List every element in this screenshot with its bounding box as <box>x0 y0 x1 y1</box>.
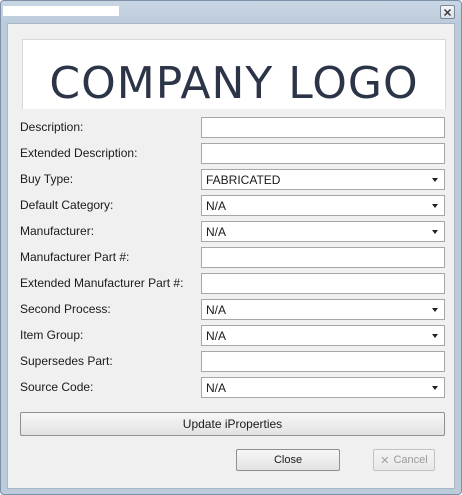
dialog-window: COMPANY LOGO Description: Extended Descr… <box>0 0 462 495</box>
redacted-title <box>3 6 119 16</box>
manufacturer-value: N/A <box>206 225 227 239</box>
chevron-down-icon <box>432 334 438 338</box>
extended-manufacturer-part-label: Extended Manufacturer Part #: <box>20 276 184 290</box>
description-label: Description: <box>20 120 84 134</box>
row-default-category: Default Category: N/A <box>20 195 445 217</box>
chevron-down-icon <box>432 230 438 234</box>
title-bar[interactable] <box>1 1 461 23</box>
buy-type-value: FABRICATED <box>206 173 281 187</box>
cancel-button-label: Cancel <box>393 454 428 466</box>
source-code-value: N/A <box>206 381 227 395</box>
row-item-group: Item Group: N/A <box>20 325 445 347</box>
extended-manufacturer-part-input[interactable] <box>201 273 445 294</box>
row-manufacturer: Manufacturer: N/A <box>20 221 445 243</box>
second-process-select[interactable]: N/A <box>201 299 445 320</box>
manufacturer-select[interactable]: N/A <box>201 221 445 242</box>
item-group-select[interactable]: N/A <box>201 325 445 346</box>
supersedes-part-label: Supersedes Part: <box>20 354 113 368</box>
close-button[interactable]: Close <box>236 449 340 471</box>
row-extended-manufacturer-part: Extended Manufacturer Part #: <box>20 273 445 295</box>
logo-text: COMPANY LOGO <box>49 58 419 109</box>
close-icon <box>444 8 451 16</box>
source-code-label: Source Code: <box>20 380 94 394</box>
second-process-value: N/A <box>206 303 227 317</box>
manufacturer-part-input[interactable] <box>201 247 445 268</box>
manufacturer-label: Manufacturer: <box>20 224 95 238</box>
chevron-down-icon <box>432 308 438 312</box>
item-group-label: Item Group: <box>20 328 84 342</box>
default-category-value: N/A <box>206 199 227 213</box>
close-button-label: Close <box>273 454 303 466</box>
extended-description-label: Extended Description: <box>20 146 138 160</box>
extended-description-input[interactable] <box>201 143 445 164</box>
item-group-value: N/A <box>206 329 227 343</box>
default-category-label: Default Category: <box>20 198 114 212</box>
row-description: Description: <box>20 117 445 139</box>
update-iproperties-button[interactable]: Update iProperties <box>20 412 445 436</box>
row-supersedes-part: Supersedes Part: <box>20 351 445 373</box>
company-logo: COMPANY LOGO <box>22 39 446 109</box>
row-manufacturer-part: Manufacturer Part #: <box>20 247 445 269</box>
row-extended-description: Extended Description: <box>20 143 445 165</box>
dialog-body: COMPANY LOGO Description: Extended Descr… <box>7 23 455 489</box>
buy-type-select[interactable]: FABRICATED <box>201 169 445 190</box>
row-second-process: Second Process: N/A <box>20 299 445 321</box>
buy-type-label: Buy Type: <box>20 172 74 186</box>
manufacturer-part-label: Manufacturer Part #: <box>20 250 130 264</box>
second-process-label: Second Process: <box>20 302 111 316</box>
update-iproperties-label: Update iProperties <box>182 417 283 431</box>
description-input[interactable] <box>201 117 445 138</box>
chevron-down-icon <box>432 178 438 182</box>
chevron-down-icon <box>432 386 438 390</box>
default-category-select[interactable]: N/A <box>201 195 445 216</box>
chevron-down-icon <box>432 204 438 208</box>
window-close-button[interactable] <box>440 5 455 19</box>
cancel-button[interactable]: ✕ Cancel <box>373 449 435 471</box>
row-source-code: Source Code: N/A <box>20 377 445 399</box>
row-buy-type: Buy Type: FABRICATED <box>20 169 445 191</box>
x-icon: ✕ <box>380 454 390 467</box>
source-code-select[interactable]: N/A <box>201 377 445 398</box>
supersedes-part-input[interactable] <box>201 351 445 372</box>
